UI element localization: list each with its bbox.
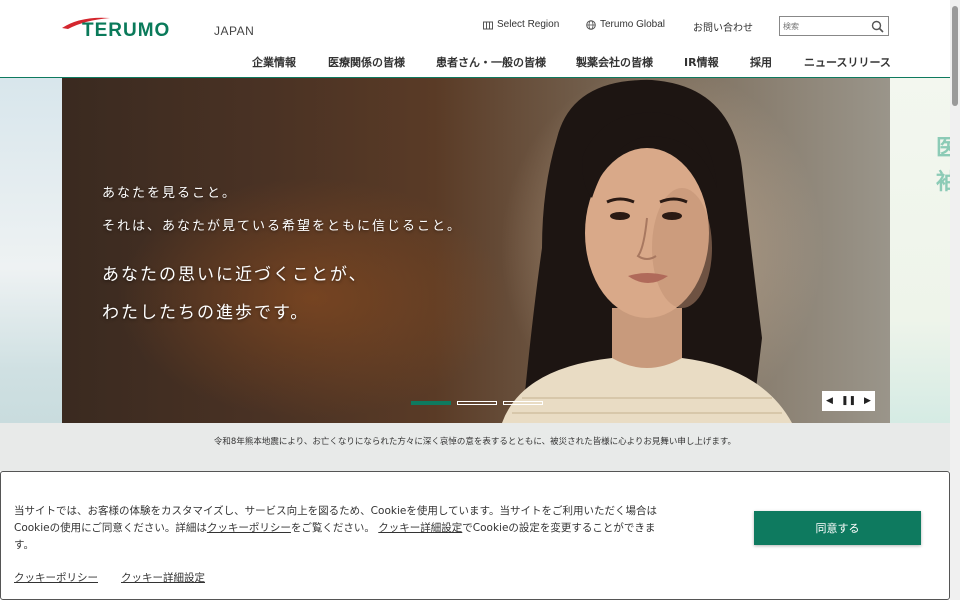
hero-headline-line-1: あなたの思いに近づくことが、 (102, 265, 368, 285)
notice-text: 令和8年熊本地震により、お亡くなりになられた方々に深く哀悼の意を表するとともに、… (213, 437, 737, 447)
pause-icon[interactable]: ❚❚ (841, 396, 856, 406)
next-slide-glyph: 袖 (936, 170, 950, 195)
cookie-policy-link[interactable]: クッキーポリシー (14, 570, 98, 585)
carousel-dot-3[interactable] (503, 401, 543, 405)
carousel-dot-2[interactable] (457, 401, 497, 405)
contact-label: お問い合わせ (693, 23, 753, 34)
search-input[interactable] (783, 19, 867, 33)
hero-copy-line-2: それは、あなたが見ている希望をともに信じること。 (102, 219, 463, 234)
hero-copy-line-1: あなたを見ること。 (102, 186, 238, 201)
condolence-notice: 令和8年熊本地震により、お亡くなりになられた方々に深く哀悼の意を表するとともに、… (0, 423, 950, 471)
nav-careers[interactable]: 採用 (750, 54, 772, 70)
cookie-message: 当サイトでは、お客様の体験をカスタマイズし、サービス向上を図るため、Cookie… (14, 503, 662, 554)
next-slide-glyph: 医 (936, 136, 950, 161)
hero-carousel: あなたを見ること。 それは、あなたが見ている希望をともに信じること。 あなたの思… (62, 78, 890, 423)
nav-patients-public[interactable]: 患者さん・一般の皆様 (436, 54, 546, 70)
next-slide-peek: 医 袖 (890, 78, 950, 423)
cookie-settings-inline-link[interactable]: クッキー詳細設定 (378, 522, 462, 534)
nav-news-releases[interactable]: ニュースリリース (804, 54, 891, 70)
accept-cookies-button[interactable]: 同意する (754, 511, 921, 545)
select-region-link[interactable]: Select Region (483, 19, 559, 30)
cookie-text-part-2: をご覧ください。 (290, 522, 375, 534)
cookie-banner: 当サイトでは、お客様の体験をカスタマイズし、サービス向上を図るため、Cookie… (0, 471, 950, 600)
search-box (779, 16, 889, 36)
logo-text: TERUMO (82, 20, 171, 41)
map-icon (483, 21, 493, 29)
page-scrollbar[interactable] (950, 0, 960, 600)
scrollbar-thumb[interactable] (952, 6, 958, 106)
cookie-policy-inline-link[interactable]: クッキーポリシー (207, 522, 291, 534)
globe-icon (586, 19, 596, 30)
hero-headline-line-2: わたしたちの進歩です。 (102, 303, 310, 323)
contact-link[interactable]: お問い合わせ (693, 19, 753, 34)
nav-pharma-companies[interactable]: 製薬会社の皆様 (576, 54, 653, 70)
terumo-global-label: Terumo Global (600, 19, 666, 30)
hero-photo-woman (502, 79, 792, 423)
prev-slide-icon[interactable]: ◀ (826, 396, 833, 406)
carousel-dot-1[interactable] (411, 401, 451, 405)
next-slide-icon[interactable]: ▶ (864, 396, 871, 406)
site-header: TERUMO JAPAN Select Region Terumo Global… (0, 0, 950, 78)
nav-corporate[interactable]: 企業情報 (252, 54, 296, 70)
nav-ir[interactable]: IR情報 (684, 54, 719, 70)
select-region-label: Select Region (497, 19, 560, 30)
search-icon[interactable] (871, 20, 884, 33)
terumo-global-link[interactable]: Terumo Global (586, 19, 665, 30)
country-label: JAPAN (214, 24, 255, 38)
carousel-controls: ◀ ❚❚ ▶ (822, 391, 875, 411)
cookie-settings-link[interactable]: クッキー詳細設定 (121, 570, 205, 585)
terumo-logo[interactable]: TERUMO (60, 14, 190, 42)
nav-medical-professionals[interactable]: 医療関係の皆様 (328, 54, 405, 70)
carousel-indicators (411, 401, 543, 405)
previous-slide-peek (0, 78, 62, 423)
